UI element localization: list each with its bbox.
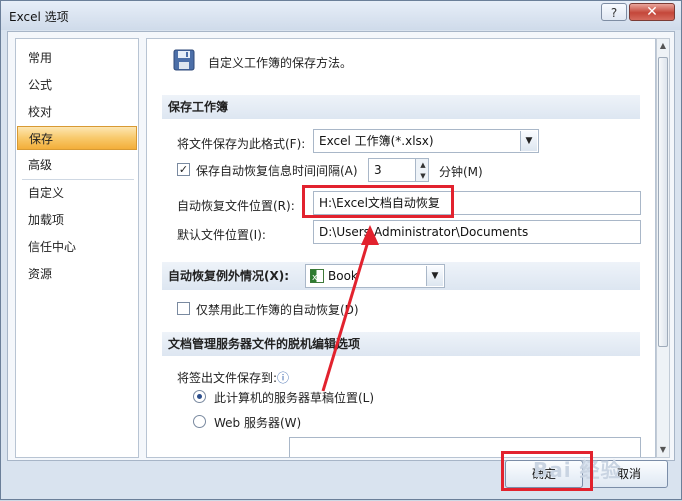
- help-button[interactable]: ?: [601, 3, 627, 21]
- autorecover-checkbox[interactable]: ✓: [177, 163, 190, 176]
- minutes-unit-label: 分钟(M): [439, 165, 483, 179]
- section-save-workbooks: 保存工作簿: [162, 95, 640, 119]
- autorecover-location-label: 自动恢复文件位置(R):: [177, 199, 295, 213]
- close-button[interactable]: ✕: [629, 3, 675, 21]
- sidebar-item-formulas[interactable]: 公式: [17, 73, 137, 97]
- save-format-dropdown[interactable]: Excel 工作簿(*.xlsx) ▼: [313, 129, 539, 153]
- default-location-label: 默认文件位置(I):: [177, 228, 266, 242]
- autorecover-location-value: H:\Excel文档自动恢复: [319, 196, 440, 210]
- spin-down-icon[interactable]: ▼: [419, 171, 427, 181]
- chevron-down-icon[interactable]: ▼: [426, 266, 443, 286]
- autorecover-exceptions-title: 自动恢复例外情况(X):: [168, 269, 290, 283]
- header-description: 自定义工作簿的保存方法。: [208, 56, 353, 70]
- radio-server-drafts[interactable]: [193, 390, 206, 403]
- scrollbar-thumb[interactable]: [658, 57, 668, 347]
- baidu-watermark: Bai 经验: [533, 458, 622, 482]
- sidebar-divider: [22, 179, 134, 180]
- exceptions-workbook-dropdown[interactable]: x Book ▼: [305, 264, 445, 288]
- window-title: Excel 选项: [9, 10, 69, 24]
- exceptions-workbook-value: Book: [328, 269, 358, 283]
- web-server-label: Web 服务器(W): [214, 416, 302, 430]
- sidebar-item-trust-center[interactable]: 信任中心: [17, 235, 137, 259]
- dialog-body: 常用 公式 校对 保存 高级 自定义 加载项 信任中心 资源 自定义工作簿的保存…: [7, 31, 675, 461]
- title-bar[interactable]: Excel 选项 ? ✕: [1, 1, 681, 30]
- default-location-value: D:\Users\Administrator\Documents: [319, 225, 529, 239]
- default-location-input[interactable]: D:\Users\Administrator\Documents: [313, 220, 641, 244]
- excel-options-dialog: Excel 选项 ? ✕ 常用 公式 校对 保存 高级 自定义 加载项 信任中心…: [0, 0, 682, 500]
- save-checked-out-text: 将签出文件保存到:: [177, 371, 278, 385]
- content-panel: 自定义工作簿的保存方法。 保存工作簿 将文件保存为此格式(F): Excel 工…: [146, 38, 656, 458]
- scroll-up-icon[interactable]: ▲: [659, 41, 667, 51]
- header-band: 自定义工作簿的保存方法。: [147, 39, 655, 83]
- sidebar-item-customize[interactable]: 自定义: [17, 181, 137, 205]
- spin-up-icon[interactable]: ▲: [419, 160, 427, 170]
- disable-autorecover-checkbox[interactable]: [177, 302, 190, 315]
- autorecover-minutes-value: 3: [374, 163, 382, 177]
- svg-text:x: x: [312, 273, 318, 283]
- chevron-down-icon[interactable]: ▼: [520, 131, 537, 151]
- sidebar-item-proofing[interactable]: 校对: [17, 100, 137, 124]
- radio-web-server[interactable]: [193, 415, 206, 428]
- section-offline-editing: 文档管理服务器文件的脱机编辑选项: [162, 332, 640, 356]
- autorecover-label: 保存自动恢复信息时间间隔(A): [196, 164, 358, 178]
- save-format-value: Excel 工作簿(*.xlsx): [319, 134, 434, 148]
- sidebar-item-advanced[interactable]: 高级: [17, 153, 137, 177]
- autorecover-minutes-input[interactable]: 3: [368, 158, 416, 182]
- sidebar: 常用 公式 校对 保存 高级 自定义 加载项 信任中心 资源: [15, 38, 139, 458]
- sidebar-item-resources[interactable]: 资源: [17, 262, 137, 286]
- sidebar-item-common[interactable]: 常用: [17, 46, 137, 70]
- minutes-spinner[interactable]: ▲ ▼: [415, 158, 429, 182]
- excel-book-icon: x: [310, 269, 324, 283]
- sidebar-item-addins[interactable]: 加载项: [17, 208, 137, 232]
- scroll-down-icon[interactable]: ▼: [659, 445, 667, 455]
- content-scrollbar[interactable]: ▲ ▼: [656, 38, 670, 458]
- save-disk-icon: [173, 49, 195, 71]
- save-format-label: 将文件保存为此格式(F):: [177, 137, 306, 151]
- sidebar-item-save[interactable]: 保存: [17, 126, 137, 150]
- info-icon: ⓘ: [277, 371, 290, 385]
- disable-autorecover-label: 仅禁用此工作簿的自动恢复(D): [196, 303, 359, 317]
- save-checked-out-label: 将签出文件保存到:ⓘ: [177, 369, 289, 386]
- server-drafts-label: 此计算机的服务器草稿位置(L): [214, 391, 375, 405]
- autorecover-location-input[interactable]: H:\Excel文档自动恢复: [313, 191, 641, 215]
